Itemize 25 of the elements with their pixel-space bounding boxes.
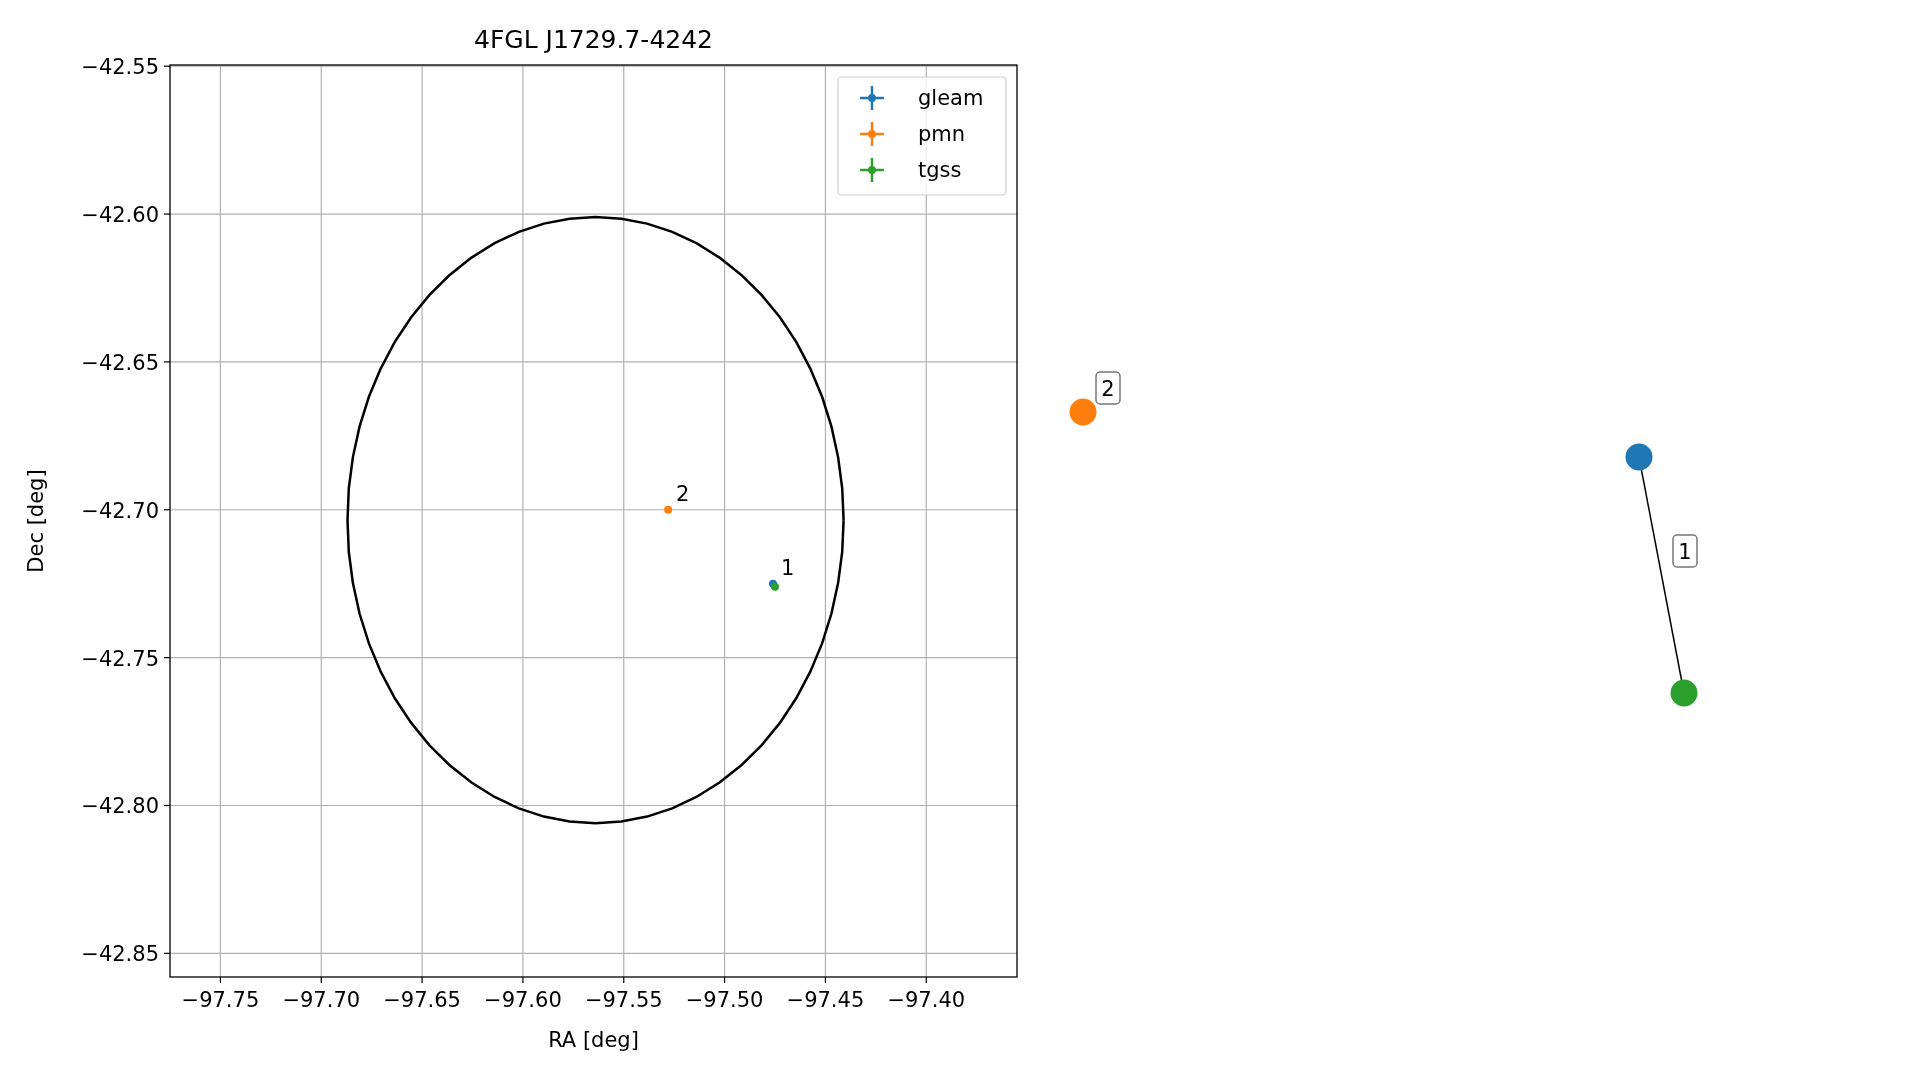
tick-label: −42.60: [81, 203, 159, 228]
legend-label: tgss: [918, 158, 962, 182]
tick-label: −42.55: [81, 55, 159, 80]
chart-title: 4FGL J1729.7-4242: [474, 25, 713, 54]
tick-label: −42.80: [81, 794, 159, 819]
node-label: 2: [1095, 371, 1121, 405]
tick-label: −97.65: [383, 988, 461, 1012]
tick-label: −97.40: [887, 988, 966, 1012]
tick-label: −42.70: [81, 498, 159, 523]
point-label: 1: [781, 555, 795, 580]
tick-label: −97.45: [786, 988, 865, 1012]
tick-label: −42.75: [81, 646, 159, 671]
tick-label: −42.85: [81, 942, 159, 967]
node-label: 1: [1672, 534, 1698, 568]
tick-label: −97.75: [181, 988, 260, 1012]
axis-label: Dec [deg]: [24, 469, 48, 573]
legend-label: gleam: [918, 86, 984, 110]
legend-label: pmn: [918, 122, 966, 146]
tick-label: −97.50: [685, 988, 764, 1012]
tick-label: −97.70: [282, 988, 361, 1012]
tick-label: −42.65: [81, 350, 159, 375]
tick-label: −97.55: [584, 988, 663, 1012]
axis-label: RA [deg]: [548, 1028, 639, 1052]
point-label: 2: [676, 481, 690, 506]
tick-label: −97.60: [484, 988, 562, 1012]
